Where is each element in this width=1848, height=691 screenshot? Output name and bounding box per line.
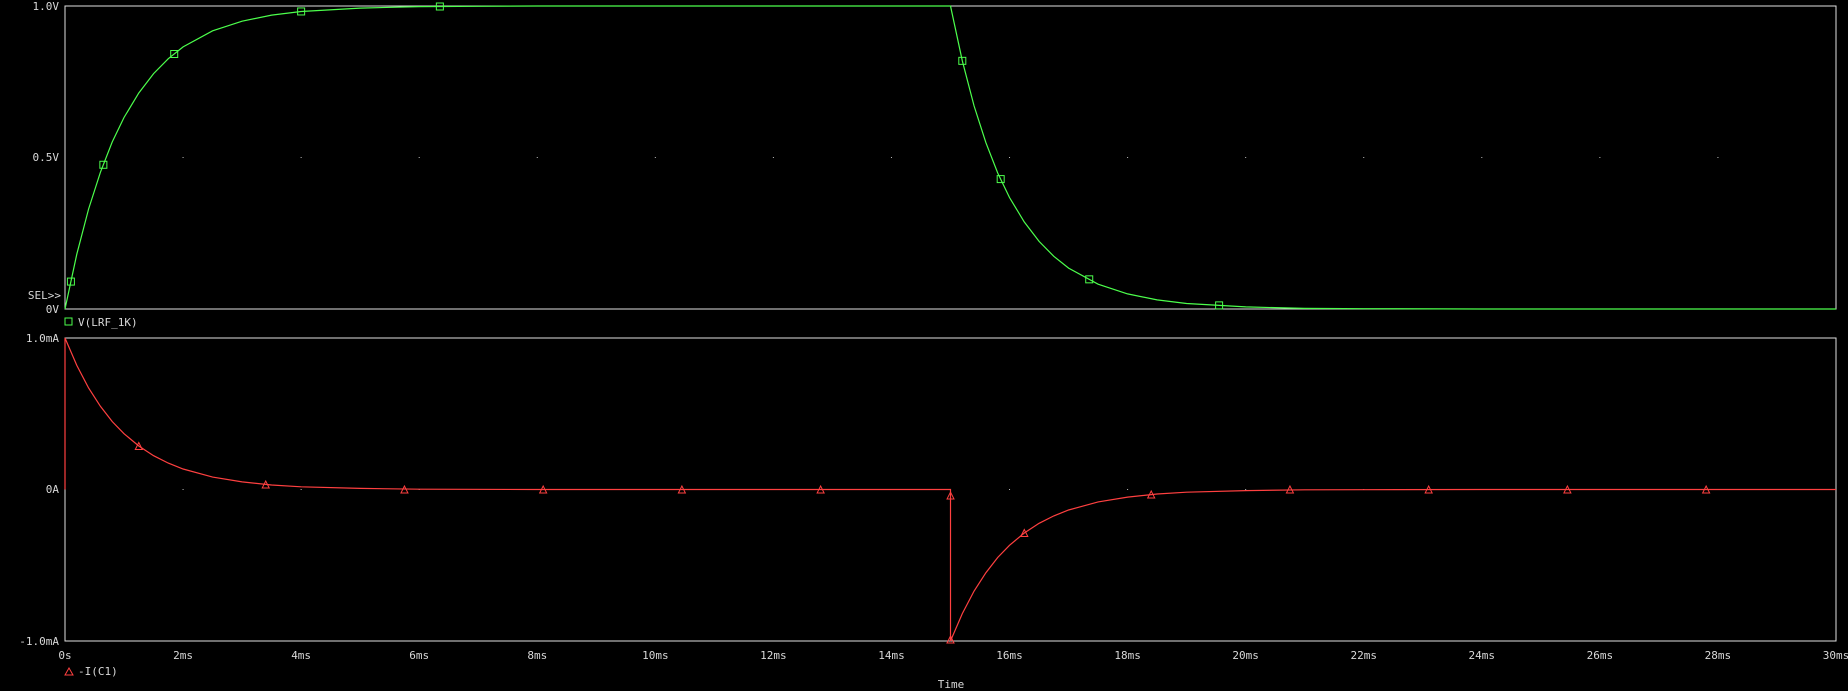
time-tick-label: 26ms bbox=[1587, 649, 1614, 662]
grid-dot bbox=[772, 157, 774, 158]
waveform-plot: 1.0V 0.5V 0V SEL>> V(LRF_1K) 1.0mA 0A -1… bbox=[19, 0, 1848, 691]
grid-dot bbox=[1127, 157, 1129, 158]
current-tick-label-bottom: -1.0mA bbox=[19, 635, 59, 648]
grid-dot bbox=[1599, 157, 1601, 158]
voltage-tick-label-mid: 0.5V bbox=[33, 151, 60, 164]
voltage-plot-frame bbox=[64, 5, 1837, 310]
time-tick-label: 0s bbox=[58, 649, 71, 662]
current-legend-triangle-icon bbox=[64, 666, 74, 676]
time-tick-label: 16ms bbox=[996, 649, 1023, 662]
grid-dot bbox=[182, 157, 184, 158]
grid-dot bbox=[300, 489, 302, 490]
time-axis-label: Time bbox=[938, 678, 965, 691]
grid-dot bbox=[1363, 157, 1365, 158]
voltage-legend: V(LRF_1K) bbox=[64, 316, 138, 329]
grid-dot bbox=[1245, 489, 1247, 490]
grid-dot bbox=[418, 157, 420, 158]
voltage-tick-label-top: 1.0V bbox=[33, 0, 60, 13]
grid-dot bbox=[1009, 157, 1011, 158]
grid-dot bbox=[536, 157, 538, 158]
voltage-legend-label: V(LRF_1K) bbox=[78, 316, 138, 329]
current-tick-label-mid: 0A bbox=[46, 483, 60, 496]
grid-dot bbox=[1009, 489, 1011, 490]
grid-dot bbox=[300, 157, 302, 158]
grid-dot bbox=[1127, 489, 1129, 490]
time-tick-label: 22ms bbox=[1350, 649, 1377, 662]
time-tick-label: 4ms bbox=[291, 649, 311, 662]
grid-dot bbox=[890, 157, 892, 158]
voltage-grid bbox=[182, 157, 1719, 158]
grid-dot bbox=[654, 157, 656, 158]
voltage-plot: 1.0V 0.5V 0V SEL>> V(LRF_1K) bbox=[28, 0, 1837, 329]
current-legend: -I(C1) bbox=[64, 665, 118, 678]
current-legend-label: -I(C1) bbox=[78, 665, 118, 678]
grid-dot bbox=[1717, 157, 1719, 158]
time-tick-label: 24ms bbox=[1469, 649, 1496, 662]
time-axis-ticks: 0s 2ms 4ms 6ms 8ms 10ms 12ms 14ms 16ms 18ms 20ms 22… bbox=[58, 649, 1848, 662]
time-tick-label: 6ms bbox=[409, 649, 429, 662]
time-tick-label: 14ms bbox=[878, 649, 905, 662]
time-tick-label: 12ms bbox=[760, 649, 787, 662]
grid-dot bbox=[182, 489, 184, 490]
time-tick-label: 2ms bbox=[173, 649, 193, 662]
time-tick-label: 28ms bbox=[1705, 649, 1732, 662]
selected-plot-marker[interactable]: SEL>> bbox=[28, 289, 61, 302]
current-tick-label-top: 1.0mA bbox=[26, 332, 59, 345]
current-line bbox=[64, 337, 1836, 642]
voltage-trace bbox=[64, 2, 1836, 310]
current-plot: 1.0mA 0A -1.0mA 0s 2ms 4ms 6ms 8ms 10ms 12ms 14… bbox=[19, 332, 1848, 691]
time-tick-label: 18ms bbox=[1114, 649, 1141, 662]
time-tick-label: 10ms bbox=[642, 649, 669, 662]
voltage-line bbox=[64, 5, 1836, 310]
grid-dot bbox=[1245, 157, 1247, 158]
voltage-legend-square-icon bbox=[64, 317, 73, 326]
time-tick-label: 20ms bbox=[1232, 649, 1259, 662]
time-tick-label: 30ms bbox=[1823, 649, 1848, 662]
grid-dot bbox=[1481, 157, 1483, 158]
current-trace bbox=[64, 337, 1836, 644]
voltage-tick-label-bottom: 0V bbox=[46, 303, 60, 316]
time-tick-label: 8ms bbox=[527, 649, 547, 662]
